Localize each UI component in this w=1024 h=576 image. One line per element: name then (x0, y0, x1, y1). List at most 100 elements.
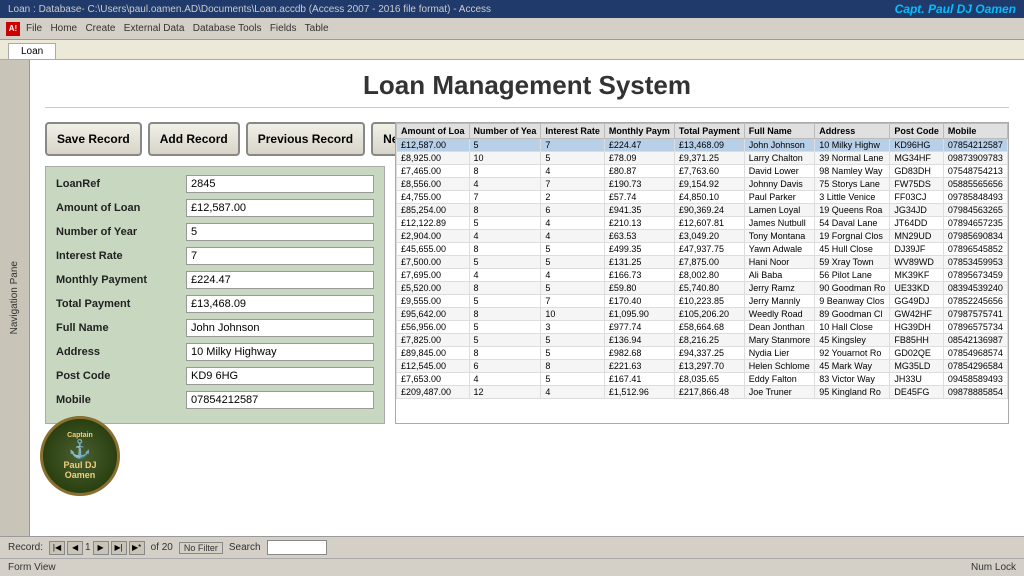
table-cell: 7 (541, 139, 605, 152)
table-row[interactable]: £56,956.0053£977.74£58,664.68Dean Jontha… (397, 321, 1008, 334)
table-cell: 07852245656 (943, 295, 1007, 308)
table-cell: 54 Daval Lane (815, 217, 890, 230)
table-cell: 5 (541, 152, 605, 165)
table-cell: 56 Pilot Lane (815, 269, 890, 282)
loanref-row: LoanRef 2845 (56, 175, 374, 193)
table-cell: £7,875.00 (674, 256, 744, 269)
table-row[interactable]: £7,825.0055£136.94£8,216.25Mary Stanmore… (397, 334, 1008, 347)
first-record-button[interactable]: |◀ (49, 541, 65, 555)
interest-value[interactable]: 7 (186, 247, 374, 265)
table-row[interactable]: £7,500.0055£131.25£7,875.00Hani Noor59 X… (397, 256, 1008, 269)
table-cell: KD96HG (890, 139, 944, 152)
table-row[interactable]: £7,465.0084£80.87£7,763.60David Lower98 … (397, 165, 1008, 178)
table-cell: 5 (469, 295, 541, 308)
col-header: Monthly Paym (604, 124, 674, 139)
fullname-value[interactable]: John Johnson (186, 319, 374, 337)
table-cell: £7,653.00 (397, 373, 470, 386)
save-button[interactable]: Save Record (45, 122, 142, 156)
add-button[interactable]: Add Record (148, 122, 240, 156)
nav-pane[interactable]: Navigation Pane (0, 60, 30, 536)
table-cell: Hani Noor (744, 256, 815, 269)
table-row[interactable]: £9,555.0057£170.40£10,223.85Jerry Mannly… (397, 295, 1008, 308)
table-cell: FW75DS (890, 178, 944, 191)
mobile-row: Mobile 07854212587 (56, 391, 374, 409)
table-cell: 8 (541, 360, 605, 373)
table-cell: £58,664.68 (674, 321, 744, 334)
loanref-value[interactable]: 2845 (186, 175, 374, 193)
table-cell: £1,512.96 (604, 386, 674, 399)
table-cell: £5,740.80 (674, 282, 744, 295)
amount-value[interactable]: £12,587.00 (186, 199, 374, 217)
fullname-label: Full Name (56, 322, 186, 334)
monthly-row: Monthly Payment £224.47 (56, 271, 374, 289)
monthly-value[interactable]: £224.47 (186, 271, 374, 289)
table-cell: 8 (469, 165, 541, 178)
form-title: Loan Management System (45, 70, 1009, 108)
table-cell: Joe Truner (744, 386, 815, 399)
left-panel: Save Record Add Record Previous Record N… (45, 122, 385, 424)
table-row[interactable]: £5,520.0085£59.80£5,740.80Jerry Ramz90 G… (397, 282, 1008, 295)
years-value[interactable]: 5 (186, 223, 374, 241)
total-label: Total Payment (56, 298, 186, 310)
filter-badge[interactable]: No Filter (179, 542, 223, 554)
logo-line2: Paul DJ (63, 460, 96, 470)
table-cell: 4 (469, 269, 541, 282)
col-header: Full Name (744, 124, 815, 139)
address-value[interactable]: 10 Milky Highway (186, 343, 374, 361)
table-row[interactable]: £7,695.0044£166.73£8,002.80Ali Baba56 Pi… (397, 269, 1008, 282)
table-cell: £7,500.00 (397, 256, 470, 269)
table-cell: £8,002.80 (674, 269, 744, 282)
table-cell: £977.74 (604, 321, 674, 334)
table-cell: £5,520.00 (397, 282, 470, 295)
table-row[interactable]: £12,122.8954£210.13£12,607.81James Nutbu… (397, 217, 1008, 230)
table-cell: 07987575741 (943, 308, 1007, 321)
table-cell: £59.80 (604, 282, 674, 295)
table-cell: £7,763.60 (674, 165, 744, 178)
data-table-panel[interactable]: Amount of LoaNumber of YeaInterest RateM… (395, 122, 1009, 424)
table-cell: 7 (469, 191, 541, 204)
table-cell: £8,925.00 (397, 152, 470, 165)
table-row[interactable]: £95,642.00810£1,095.90£105,206.20Weedly … (397, 308, 1008, 321)
table-row[interactable]: £7,653.0045£167.41£8,035.65Eddy Falton83… (397, 373, 1008, 386)
table-cell: John Johnson (744, 139, 815, 152)
table-cell: 5 (469, 256, 541, 269)
record-current: 1 (85, 542, 91, 553)
prev-record-button[interactable]: ◀ (67, 541, 83, 555)
total-value[interactable]: £13,468.09 (186, 295, 374, 313)
table-cell: 09458589493 (943, 373, 1007, 386)
table-row[interactable]: £4,755.0072£57.74£4,850.10Paul Parker3 L… (397, 191, 1008, 204)
access-icon: A! (6, 22, 20, 36)
table-row[interactable]: £2,904.0044£63.53£3,049.20Tony Montana19… (397, 230, 1008, 243)
table-row[interactable]: £45,655.0085£499.35£47,937.75Yawn Adwale… (397, 243, 1008, 256)
table-cell: Jerry Mannly (744, 295, 815, 308)
table-cell: 5 (469, 321, 541, 334)
table-row[interactable]: £85,254.0086£941.35£90,369.24Lamen Loyal… (397, 204, 1008, 217)
table-cell: £9,154.92 (674, 178, 744, 191)
table-row[interactable]: £89,845.0085£982.68£94,337.25Nydia Lier9… (397, 347, 1008, 360)
table-row[interactable]: £209,487.00124£1,512.96£217,866.48Joe Tr… (397, 386, 1008, 399)
postcode-value[interactable]: KD9 6HG (186, 367, 374, 385)
next-record-button[interactable]: ▶ (93, 541, 109, 555)
table-cell: 6 (541, 204, 605, 217)
loans-table: Amount of LoaNumber of YeaInterest RateM… (396, 123, 1008, 399)
previous-button[interactable]: Previous Record (246, 122, 365, 156)
table-cell: JH33U (890, 373, 944, 386)
table-row[interactable]: £8,556.0047£190.73£9,154.92Johnny Davis7… (397, 178, 1008, 191)
search-input[interactable] (267, 540, 327, 555)
table-cell: HG39DH (890, 321, 944, 334)
table-cell: 8 (469, 282, 541, 295)
amount-label: Amount of Loan (56, 202, 186, 214)
table-row[interactable]: £8,925.00105£78.09£9,371.25Larry Chalton… (397, 152, 1008, 165)
new-record-button[interactable]: ▶* (129, 541, 145, 555)
table-cell: £499.35 (604, 243, 674, 256)
loan-tab[interactable]: Loan (8, 43, 56, 59)
table-cell: 10 (469, 152, 541, 165)
last-record-button[interactable]: ▶| (111, 541, 127, 555)
table-row[interactable]: £12,587.0057£224.47£13,468.09John Johnso… (397, 139, 1008, 152)
table-cell: £95,642.00 (397, 308, 470, 321)
table-cell: 5 (541, 282, 605, 295)
address-row: Address 10 Milky Highway (56, 343, 374, 361)
mobile-value[interactable]: 07854212587 (186, 391, 374, 409)
table-row[interactable]: £12,545.0068£221.63£13,297.70Helen Schlo… (397, 360, 1008, 373)
table-cell: Lamen Loyal (744, 204, 815, 217)
